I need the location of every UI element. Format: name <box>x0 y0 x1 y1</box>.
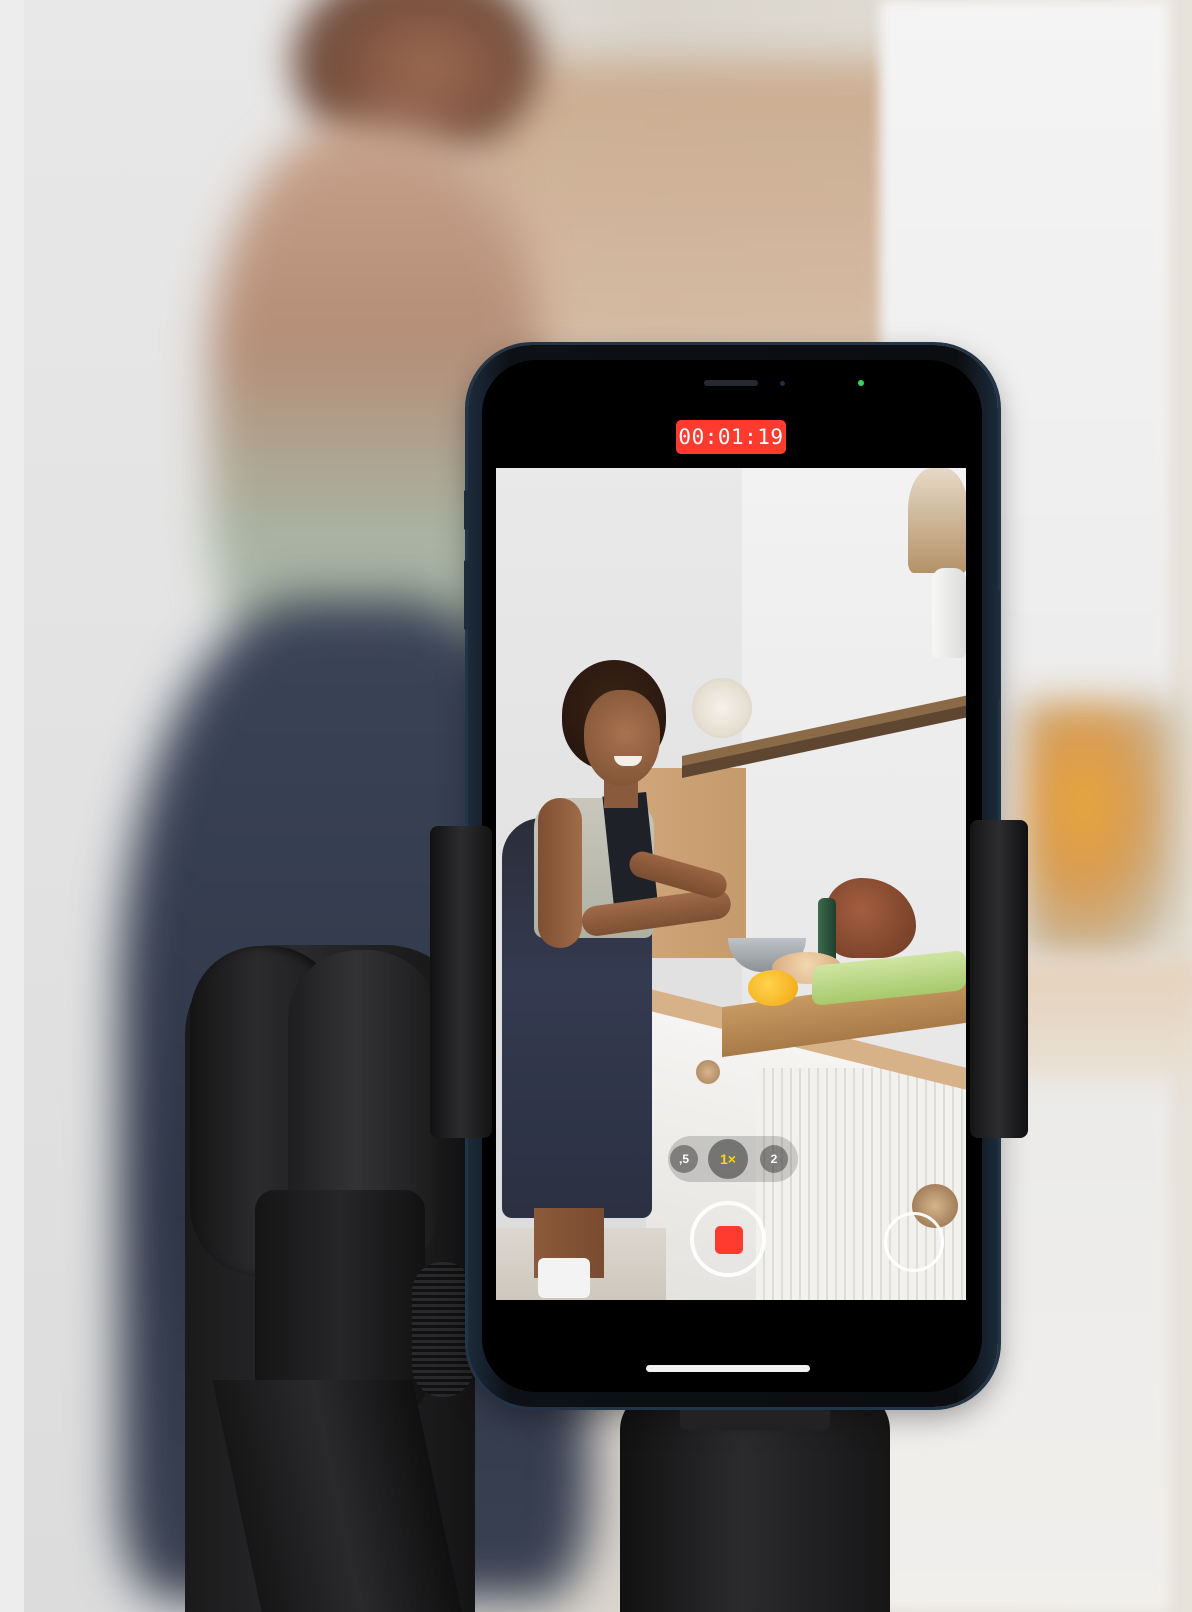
dried-grass-decor <box>908 468 966 573</box>
yellow-pepper <box>748 970 798 1006</box>
earpiece-speaker <box>704 380 758 386</box>
phone-side-button <box>464 490 468 530</box>
home-indicator[interactable] <box>646 1365 810 1372</box>
phone-side-button <box>996 590 1000 700</box>
phone-side-button <box>464 560 468 630</box>
zoom-option-1x[interactable]: 1× <box>708 1139 748 1179</box>
person-face <box>584 690 660 786</box>
recording-timer: 00:01:19 <box>676 420 786 454</box>
vase <box>932 568 966 658</box>
stacked-plates <box>692 678 752 738</box>
cabinet-knob <box>696 1060 720 1084</box>
gimbal-knob <box>412 1262 474 1397</box>
person-arm <box>538 798 582 948</box>
gimbal-clamp-right <box>970 820 1028 1138</box>
gimbal-joint <box>255 1190 425 1410</box>
zoom-option-0-5x[interactable]: ,5 <box>670 1145 698 1173</box>
front-camera <box>780 381 785 386</box>
photo-scene: 00:01:19 ,5 1× 2 <box>0 0 1192 1612</box>
stop-recording-icon[interactable] <box>715 1226 743 1254</box>
capture-photo-button[interactable] <box>884 1212 944 1272</box>
camera-in-use-indicator <box>858 380 864 386</box>
zoom-option-2x[interactable]: 2 <box>760 1145 788 1173</box>
background-food-blur <box>1020 700 1180 960</box>
background-counter <box>1000 960 1192 1080</box>
person-sock <box>538 1258 590 1298</box>
gimbal-clamp-left <box>430 826 492 1138</box>
